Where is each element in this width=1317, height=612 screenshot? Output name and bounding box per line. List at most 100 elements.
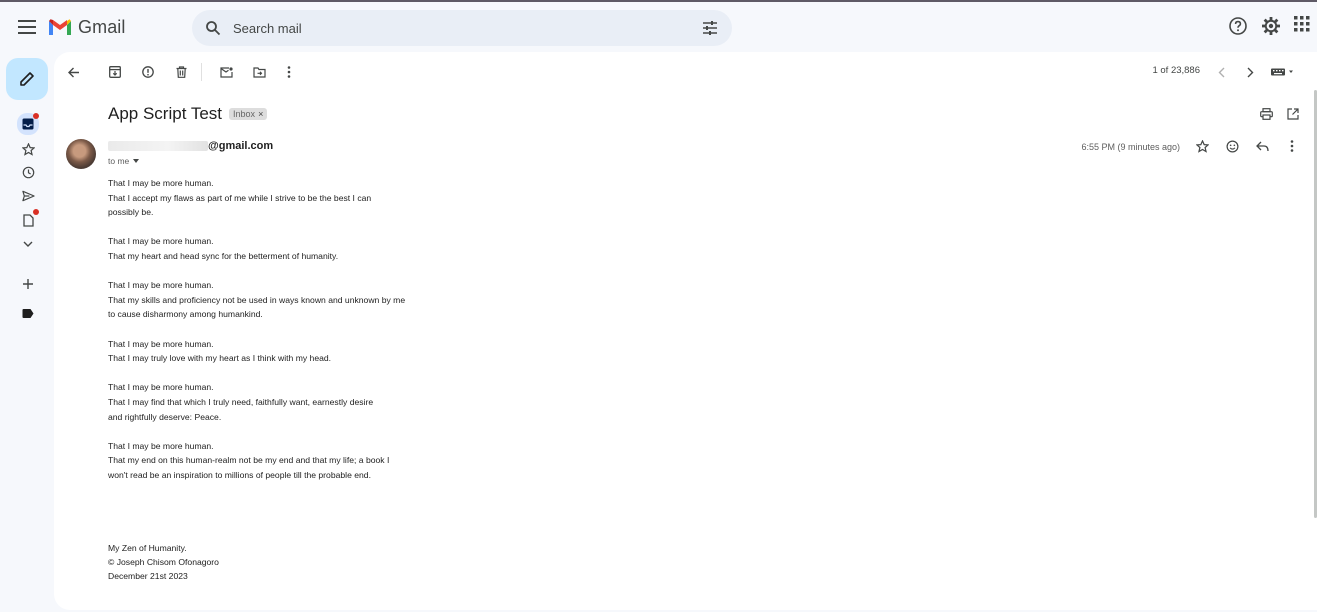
email-timestamp: 6:55 PM (9 minutes ago) (1081, 142, 1180, 152)
recipients-toggle[interactable]: to me (108, 156, 140, 166)
pencil-icon (19, 71, 35, 87)
delete-button[interactable] (171, 62, 191, 82)
draft-icon (22, 213, 34, 227)
back-button[interactable] (64, 62, 84, 82)
body-line: and rightfully deserve: Peace. (108, 411, 222, 422)
email-signature: My Zen of Humanity. © Joseph Chisom Ofon… (108, 541, 219, 583)
body-paragraph: That I may be more human. That I may fin… (108, 380, 405, 424)
archive-button[interactable] (105, 62, 125, 82)
body-line: That my end on this human-realm not be m… (108, 455, 390, 466)
inbox-label-chip[interactable]: Inbox × (229, 108, 268, 120)
starred-nav[interactable] (17, 138, 39, 160)
more-options-button[interactable] (279, 62, 299, 82)
apps-grid-icon[interactable] (1294, 16, 1310, 32)
report-icon (142, 66, 154, 78)
search-bar[interactable] (192, 10, 732, 46)
more-vert-icon (1290, 140, 1294, 152)
create-label-button[interactable] (17, 273, 39, 295)
body-line: That I may be more human. (108, 440, 214, 451)
drafts-nav[interactable] (17, 209, 39, 231)
unread-dot (33, 113, 39, 119)
older-button[interactable] (1240, 62, 1260, 82)
gmail-logo-icon (49, 19, 71, 35)
body-line: That I may be more human. (108, 382, 214, 393)
toolbar-divider (201, 63, 202, 81)
report-spam-button[interactable] (138, 62, 158, 82)
more-nav[interactable] (17, 233, 39, 255)
emoji-icon (1226, 140, 1239, 153)
body-line: That I may be more human. (108, 178, 214, 188)
email-subject: App Script Test (108, 104, 223, 123)
arrow-left-icon (68, 67, 80, 78)
chevron-left-icon (1218, 67, 1225, 78)
sender-address[interactable]: @gmail.com (108, 140, 273, 152)
body-paragraph: That I may be more human. That my skills… (108, 278, 405, 322)
gear-icon[interactable] (1261, 16, 1281, 36)
move-to-button[interactable] (249, 62, 269, 82)
reply-icon (1255, 141, 1269, 152)
print-icon (1259, 108, 1273, 120)
caret-down-icon (133, 159, 140, 163)
reply-button[interactable] (1252, 136, 1272, 156)
sent-nav[interactable] (17, 185, 39, 207)
star-button[interactable] (1192, 136, 1212, 156)
body-paragraph: That I may be more human. That I accept … (108, 176, 405, 220)
help-icon[interactable] (1228, 16, 1248, 36)
body-line: to cause disharmony among humankind. (108, 309, 263, 320)
remove-label-button[interactable]: × (258, 109, 263, 119)
body-paragraph: That I may be more human. That my heart … (108, 234, 405, 263)
compose-button[interactable] (6, 58, 48, 100)
body-line: That my skills and proficiency not be us… (108, 294, 406, 305)
email-body: That I may be more human. That I accept … (108, 176, 405, 497)
newer-button[interactable] (1211, 62, 1231, 82)
sender-domain: @gmail.com (208, 140, 274, 152)
body-paragraph: That I may be more human. That I may tru… (108, 337, 405, 366)
star-icon (1195, 139, 1209, 153)
body-line: That I may be more human. (108, 236, 214, 247)
tune-icon[interactable] (700, 18, 720, 38)
search-input[interactable] (233, 20, 673, 36)
signature-line: December 21st 2023 (108, 571, 188, 581)
more-vert-icon (287, 66, 291, 78)
body-line: won't read be an inspiration to millions… (108, 469, 371, 480)
app-name: Gmail (78, 16, 126, 37)
send-icon (21, 190, 35, 202)
body-line: That I may be more human. (108, 280, 214, 291)
label-nav[interactable] (17, 302, 39, 324)
star-icon (21, 142, 35, 156)
open-in-new-icon (1287, 108, 1299, 120)
signature-line: My Zen of Humanity. (108, 543, 187, 553)
recipients-text: to me (108, 156, 130, 166)
body-paragraph: That I may be more human. That my end on… (108, 439, 405, 483)
print-button[interactable] (1256, 104, 1276, 124)
inbox-nav[interactable] (17, 113, 39, 135)
add-reaction-button[interactable] (1222, 136, 1242, 156)
message-count: 1 of 23,886 (1152, 65, 1200, 76)
open-new-window-button[interactable] (1283, 104, 1303, 124)
label-icon (22, 308, 34, 318)
search-icon[interactable] (203, 18, 223, 38)
unread-dot (33, 209, 39, 215)
archive-icon (109, 66, 121, 78)
snoozed-nav[interactable] (17, 161, 39, 183)
chevron-right-icon (1247, 67, 1254, 78)
email-view-panel: 1 of 23,886 App Script Test Inbox × @gma… (54, 52, 1317, 610)
gmail-logo[interactable]: Gmail (48, 16, 126, 38)
body-line: That my heart and head sync for the bett… (108, 250, 339, 261)
subject-row: App Script Test Inbox × (108, 104, 268, 124)
keyboard-icon (1271, 67, 1295, 77)
trash-icon (176, 66, 187, 78)
body-line: That I may be more human. (108, 338, 214, 349)
plus-icon (22, 278, 34, 290)
label-text: Inbox (233, 109, 256, 119)
sender-avatar[interactable] (66, 139, 96, 169)
body-line: That I may truly love with my heart as I… (108, 353, 332, 364)
input-tools-button[interactable] (1270, 62, 1296, 82)
mark-unread-button[interactable] (216, 62, 236, 82)
message-more-button[interactable] (1282, 136, 1302, 156)
inbox-icon (22, 118, 34, 130)
menu-icon[interactable] (14, 14, 40, 40)
body-line: possibly be. (108, 207, 154, 218)
signature-line: © Joseph Chisom Ofonagoro (108, 557, 219, 567)
top-bar: Gmail (0, 2, 1317, 52)
